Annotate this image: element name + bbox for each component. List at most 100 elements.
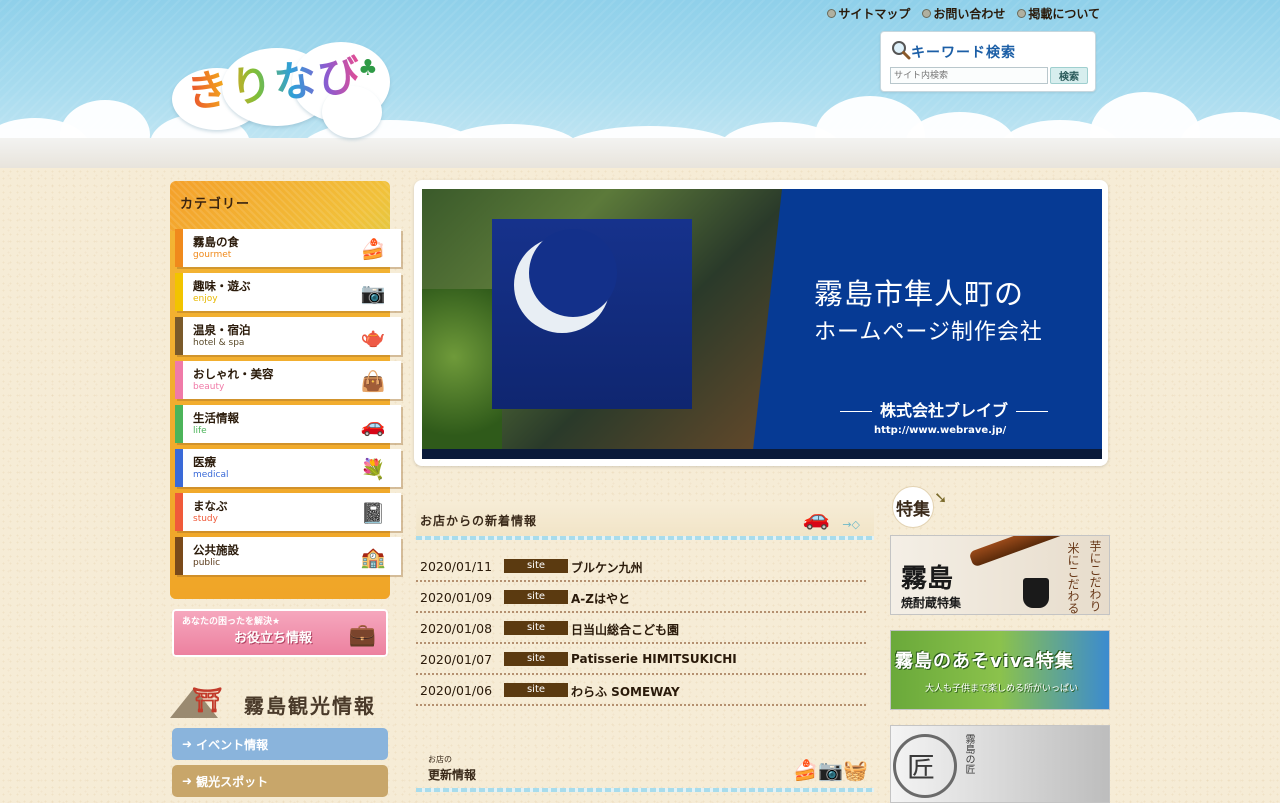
category-sublabel: hotel & spa (193, 338, 245, 348)
sitemap-link[interactable]: サイトマップ (827, 5, 910, 22)
section-divider (416, 788, 874, 792)
news-row: 2020/01/08 site 日当山総合こども園 (416, 612, 866, 644)
cup-illustration (1023, 578, 1049, 608)
shop-icons: 🍰📷🧺 (793, 758, 868, 782)
news-date: 2020/01/08 (420, 621, 493, 636)
category-gourmet[interactable]: 霧島の食 gourmet 🍰 (175, 229, 401, 267)
shochu-banner-tagline: 米にこだわる (1066, 542, 1080, 614)
category-color-bar (175, 317, 183, 355)
tourist-spot-label: 観光スポット (196, 774, 269, 789)
category-label: 霧島の食 (193, 235, 239, 249)
news-shop-link[interactable]: Patisserie HIMITSUKICHI (571, 652, 737, 666)
category-label: 趣味・遊ぶ (193, 279, 251, 293)
category-medical[interactable]: 医療 medical 💐 (175, 449, 401, 487)
hero-banner[interactable]: 霧島市隼人町の ホームページ制作会社 株式会社ブレイブ http://www.w… (422, 189, 1102, 459)
category-label: 公共施設 (193, 543, 239, 557)
news-row: 2020/01/06 site わらふ SOMEWAY (416, 674, 866, 706)
news-shop-link[interactable]: 日当山総合こども園 (571, 621, 679, 638)
bullet-icon (827, 9, 837, 18)
news-shop-link[interactable]: ブルケン九州 (571, 559, 643, 576)
notebook-icon: 📓 (360, 501, 386, 525)
search-title: キーワード検索 (911, 45, 1016, 61)
news-date: 2020/01/07 (420, 652, 493, 667)
camera-icon: 📷 (360, 281, 386, 305)
shochu-banner-title: 霧島 (901, 564, 954, 594)
category-sublabel: life (193, 426, 207, 436)
category-color-bar (175, 537, 183, 575)
updates-section-header: お店の 更新情報 🍰📷🧺 (416, 752, 874, 792)
category-sublabel: study (193, 514, 218, 524)
category-hotel-spa[interactable]: 温泉・宿泊 hotel & spa 🫖 (175, 317, 401, 355)
tourist-spot-button[interactable]: ➜ 観光スポット (172, 765, 388, 797)
category-color-bar (175, 361, 183, 399)
category-enjoy[interactable]: 趣味・遊ぶ enjoy 📷 (175, 273, 401, 311)
category-label: 生活情報 (193, 411, 239, 425)
feature-title-text: 特集 (896, 500, 930, 520)
bullet-icon (1017, 9, 1027, 18)
asoviva-banner-title: 霧島のあそviva特集 (895, 651, 1074, 672)
torii-icon: ⛩ (192, 686, 223, 714)
news-tag: site (504, 559, 568, 573)
tourism-title-text: 霧島観光情報 (244, 694, 376, 718)
category-label: 医療 (193, 455, 216, 469)
updates-title: 更新情報 (428, 768, 477, 782)
listing-link[interactable]: 掲載について (1017, 5, 1100, 22)
sitemap-link-label: サイトマップ (838, 7, 911, 21)
category-study[interactable]: まなぶ study 📓 (175, 493, 401, 531)
category-sublabel: enjoy (193, 294, 218, 304)
shochu-feature-banner[interactable]: 霧島 焼酎蔵特集 米にこだわる 芋にこだわり (890, 535, 1110, 615)
clover-icon: ♣ (358, 56, 378, 81)
news-shop-link[interactable]: わらふ SOMEWAY (571, 683, 680, 700)
category-public[interactable]: 公共施設 public 🏫 (175, 537, 401, 575)
site-header: きりなび ♣ サイトマップ お問い合わせ 掲載について キーワード検索 検索 (0, 0, 1280, 168)
news-date: 2020/01/09 (420, 590, 493, 605)
news-row: 2020/01/07 site Patisserie HIMITSUKICHI (416, 643, 866, 675)
bag-icon: 👜 (360, 369, 386, 393)
section-divider (416, 536, 874, 540)
takumi-banner-sub: 霧島の匠 (963, 734, 974, 774)
category-life[interactable]: 生活情報 life 🚗 (175, 405, 401, 443)
hero-company: 株式会社ブレイブ (814, 397, 1074, 421)
contact-link[interactable]: お問い合わせ (922, 5, 1005, 22)
listing-link-label: 掲載について (1028, 7, 1100, 21)
news-title: お店からの新着情報 (420, 514, 538, 528)
news-tag: site (504, 621, 568, 635)
category-label: まなぶ (193, 499, 228, 513)
category-beauty[interactable]: おしゃれ・美容 beauty 👜 (175, 361, 401, 399)
news-tag: site (504, 652, 568, 666)
keyword-search-box: キーワード検索 検索 (880, 31, 1096, 92)
category-sublabel: beauty (193, 382, 225, 392)
updates-title-small: お店の (428, 755, 452, 764)
building-icon: 🏫 (360, 545, 386, 569)
help-banner-sub: あなたの困ったを解決★ (182, 617, 281, 627)
news-section-header: お店からの新着情報 🚗 →◇ (416, 502, 874, 540)
asoviva-feature-banner[interactable]: 霧島のあそviva特集 大人も子供まで楽しめる所がいっぱい (890, 630, 1110, 710)
asoviva-banner-sub: 大人も子供まで楽しめる所がいっぱい (925, 684, 1079, 694)
news-row: 2020/01/09 site A-Zはやと (416, 581, 866, 613)
category-title: カテゴリー (180, 197, 251, 212)
event-info-button[interactable]: ➜ イベント情報 (172, 728, 388, 760)
shochu-banner-tagline: 芋にこだわり (1088, 540, 1102, 612)
tourism-section-title: ⛩ 霧島観光情報 (170, 682, 390, 722)
hero-line1: 霧島市隼人町の (814, 277, 1025, 311)
hero-url: http://www.webrave.jp/ (874, 425, 1007, 436)
category-color-bar (175, 273, 183, 311)
bullet-icon (922, 9, 932, 18)
arrow-icon: ➘ (934, 488, 948, 507)
category-color-bar (175, 229, 183, 267)
search-input[interactable] (890, 67, 1048, 84)
news-shop-link[interactable]: A-Zはやと (571, 590, 630, 607)
shochu-banner-sub: 焼酎蔵特集 (901, 596, 962, 610)
category-label: おしゃれ・美容 (193, 367, 274, 381)
arrow-right-icon: ➜ (182, 774, 193, 788)
feature-section-title: 特集 ➘ (892, 486, 962, 530)
event-info-label: イベント情報 (196, 737, 269, 752)
briefcase-icon: 💼 (348, 623, 376, 648)
search-button[interactable]: 検索 (1050, 67, 1088, 84)
car-icon: 🚗 (360, 413, 386, 437)
contact-link-label: お問い合わせ (933, 7, 1006, 21)
help-info-banner[interactable]: あなたの困ったを解決★ お役立ち情報 💼 (172, 609, 388, 657)
category-sublabel: gourmet (193, 250, 232, 260)
news-date: 2020/01/11 (420, 559, 493, 574)
takumi-feature-banner[interactable]: 匠 霧島の匠 (890, 725, 1110, 803)
